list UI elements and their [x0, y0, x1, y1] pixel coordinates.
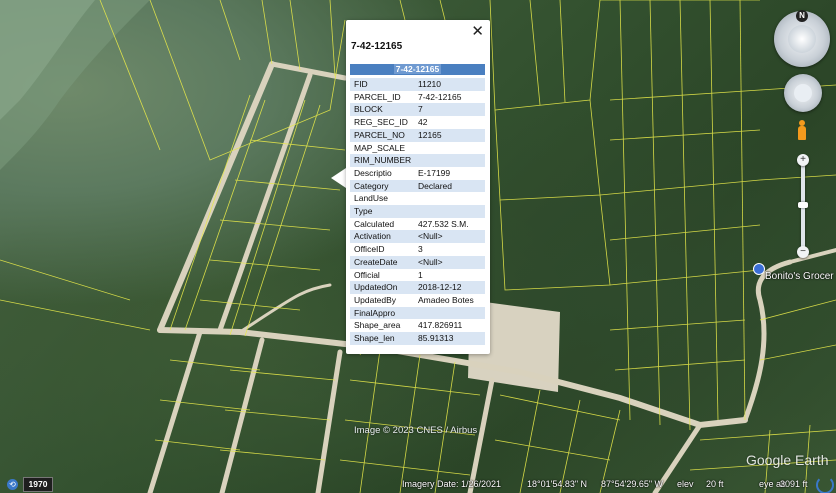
attribute-row: FinalAppro	[350, 306, 485, 320]
parcel-info-popup: ✕ 7-42-12165 7-42-12165 FID 11210 PARCEL_I…	[346, 20, 490, 354]
attribute-key: FinalAppro	[350, 306, 414, 320]
latitude-readout: 18°01'54.83" N	[527, 479, 588, 489]
attribute-key: UpdatedOn	[350, 281, 414, 294]
look-joystick-icon[interactable]	[784, 74, 822, 112]
attribute-row: Activation <Null>	[350, 230, 485, 244]
attribute-key: Category	[350, 179, 414, 193]
attribute-value: 427.532 S.M.	[418, 218, 469, 229]
attribute-row: CreateDate <Null>	[350, 255, 485, 269]
attribute-key: CreateDate	[350, 255, 414, 269]
attribute-value: Amadeo Botes	[418, 294, 474, 305]
attribute-row: MAP_SCALE	[350, 142, 485, 155]
attribute-row: OfficeID 3	[350, 243, 485, 256]
attribute-key: FID	[350, 78, 414, 91]
zoom-in-button[interactable]: +	[797, 154, 809, 166]
attribute-key: PARCEL_ID	[354, 91, 401, 102]
attribute-key: Type	[350, 205, 414, 218]
zoom-slider-thumb[interactable]	[798, 202, 808, 208]
compass-icon[interactable]: N	[774, 10, 830, 67]
shop-icon[interactable]	[753, 263, 765, 275]
attribute-key: Official	[354, 269, 380, 280]
close-icon[interactable]: ✕	[471, 22, 484, 40]
status-bar: Imagery Date: 1/26/2021 18°01'54.83" N 8…	[0, 475, 836, 493]
longitude-readout: 87°54'29.65" W	[601, 479, 664, 489]
zoom-out-button[interactable]: −	[797, 246, 809, 258]
attribute-value: <Null>	[414, 255, 485, 269]
attribute-value: 7-42-12165	[418, 91, 462, 102]
attribute-key: Descriptio	[354, 167, 392, 178]
popup-pointer	[331, 168, 346, 188]
attribute-value	[414, 205, 485, 218]
attribute-value: E-17199	[418, 167, 451, 178]
attribute-row: Shape_area 417.826911	[350, 319, 485, 332]
attribute-value: 11210	[414, 78, 485, 91]
attribute-row: LandUse	[350, 192, 485, 205]
attribute-key: PARCEL_NO	[350, 128, 414, 142]
attribute-value: 12165	[414, 128, 485, 142]
google-earth-logo: Google Earth	[746, 452, 829, 468]
attribute-row: REG_SEC_ID 42	[350, 116, 485, 129]
attribute-value: 3	[418, 244, 423, 255]
elevation-label: elev	[677, 479, 694, 489]
attribute-value	[414, 142, 485, 155]
attribute-key: Shape_len	[350, 332, 414, 345]
north-indicator[interactable]: N	[796, 10, 808, 22]
attribute-row: UpdatedOn 2018-12-12	[350, 281, 485, 294]
attribute-row: PARCEL_ID 7-42-12165	[350, 91, 485, 104]
imagery-copyright: Image © 2023 CNES / Airbus	[354, 425, 478, 436]
look-center[interactable]	[794, 84, 812, 102]
attribute-key: RIM_NUMBER	[350, 154, 414, 167]
attribute-key: BLOCK	[350, 103, 414, 117]
attribute-value: 417.826911	[418, 320, 463, 331]
attribute-row: PARCEL_NO 12165	[350, 128, 485, 142]
attribute-value: 7	[414, 103, 485, 117]
attribute-row: UpdatedBy Amadeo Botes	[350, 294, 485, 307]
attribute-value	[414, 154, 485, 167]
attribute-row: Category Declared	[350, 179, 485, 193]
attribute-row: FID 11210	[350, 78, 485, 91]
attribute-row: Descriptio E-17199	[350, 167, 485, 180]
attribute-row: BLOCK 7	[350, 103, 485, 117]
pegman-icon[interactable]	[797, 120, 807, 142]
attribute-row: Type	[350, 205, 485, 218]
attribute-value: 2018-12-12	[414, 281, 485, 294]
attribute-key: OfficeID	[354, 244, 385, 255]
attribute-row: RIM_NUMBER	[350, 154, 485, 167]
attribute-key: MAP_SCALE	[354, 142, 406, 153]
attribute-row: Calculated 427.532 S.M.	[350, 218, 485, 231]
elevation-value: 20 ft	[706, 479, 724, 489]
map-viewport[interactable]: ✕ 7-42-12165 7-42-12165 FID 11210 PARCEL_I…	[0, 0, 836, 493]
attribute-value: 1	[418, 269, 423, 280]
attribute-value: 85.91313	[414, 332, 485, 345]
attribute-row: Shape_len 85.91313	[350, 332, 485, 345]
attribute-row: Official 1	[350, 269, 485, 282]
attribute-key: Shape_area	[354, 320, 401, 331]
attribute-table: FID 11210 PARCEL_ID 7-42-12165 BLOCK 7 REG_SEC…	[350, 78, 485, 345]
attribute-value: Declared	[414, 179, 485, 193]
attribute-value: <Null>	[414, 230, 485, 244]
place-label[interactable]: Bonito's Grocer	[765, 271, 834, 282]
attribute-key: UpdatedBy	[354, 294, 397, 305]
attribute-value: 42	[418, 117, 428, 128]
attribute-key: LandUse	[354, 193, 389, 204]
attribute-key: Calculated	[354, 218, 395, 229]
compass-center[interactable]	[788, 25, 816, 53]
eye-altitude-value: 3091 ft	[780, 479, 808, 489]
attribute-key: REG_SEC_ID	[354, 117, 408, 128]
imagery-date: Imagery Date: 1/26/2021	[402, 479, 502, 489]
attribute-value	[414, 306, 485, 320]
attribute-value	[414, 192, 485, 205]
streaming-progress-icon	[816, 476, 834, 493]
attribute-key: Activation	[350, 230, 414, 244]
popup-title: 7-42-12165	[351, 41, 403, 52]
popup-table-header: 7-42-12165	[350, 64, 485, 75]
